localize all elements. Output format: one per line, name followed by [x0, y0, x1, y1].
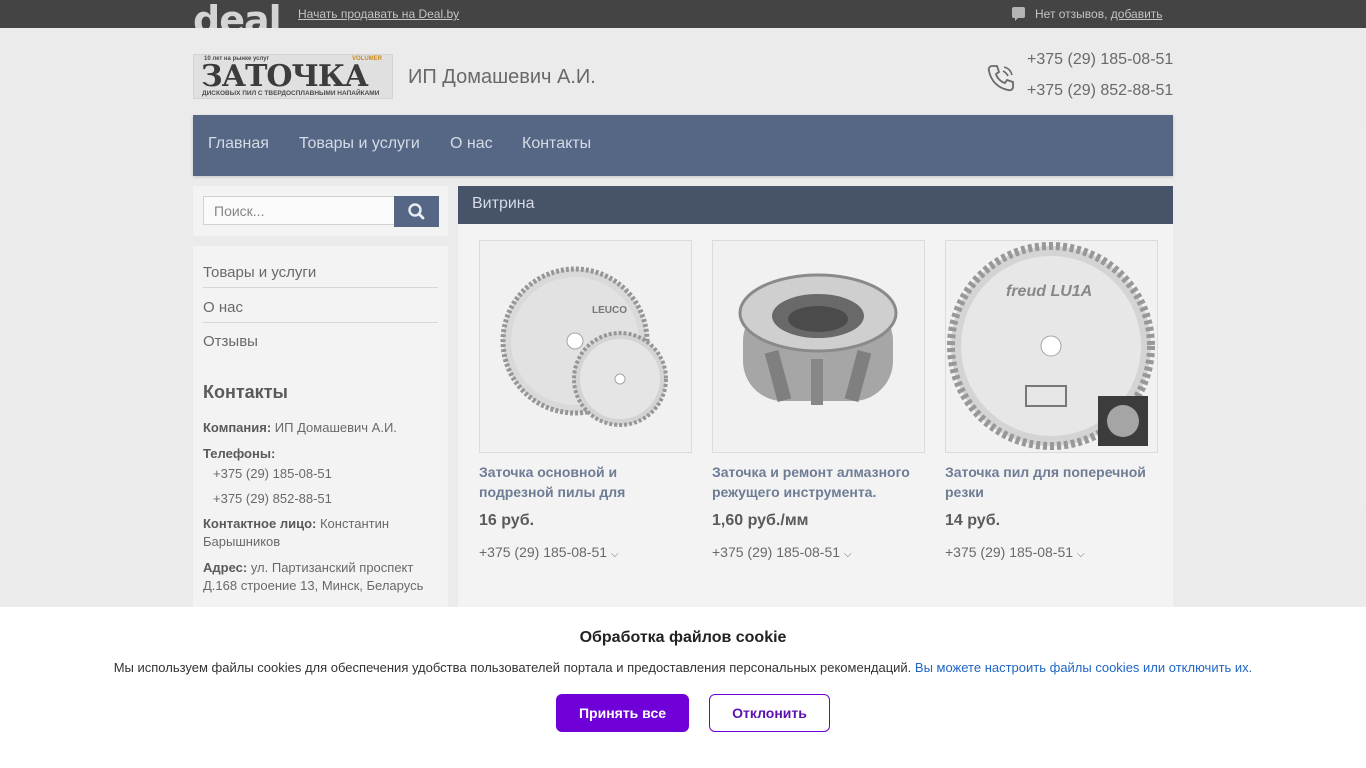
nav-item-contacts[interactable]: Контакты — [522, 135, 591, 153]
chevron-down-icon: ⌵ — [610, 549, 619, 560]
sidebar-item-reviews[interactable]: Отзывы — [203, 323, 438, 357]
deal-logo[interactable]: deal — [193, 0, 281, 28]
product-price: 14 руб. — [945, 512, 1001, 529]
nav-item-about[interactable]: О нас — [450, 135, 493, 153]
showcase-title: Витрина — [472, 195, 535, 212]
logo-word: ЗАТОЧКА — [201, 59, 369, 94]
cookie-settings-link[interactable]: Вы можете настроить файлы cookies или от… — [915, 660, 1252, 675]
header-phone-1[interactable]: +375 (29) 185-08-51 — [1027, 51, 1173, 69]
phone-icon — [987, 65, 1014, 92]
cutter-head-image — [738, 273, 898, 405]
company-logo[interactable]: 10 лет на рынке услуг VOLUMER ЗАТОЧКА ДИ… — [193, 54, 393, 99]
company-name: ИП Домашевич А.И. — [408, 66, 596, 88]
contact-phone-2[interactable]: +375 (29) 852-88-51 — [213, 490, 448, 508]
product-image[interactable] — [712, 240, 925, 453]
cookie-banner: Обработка файлов cookie Мы используем фа… — [0, 607, 1366, 768]
product-phone[interactable]: +375 (29) 185-08-51 ⌵ — [945, 544, 1085, 560]
phones-label: Телефоны: — [203, 446, 276, 461]
company-value: ИП Домашевич А.И. — [274, 420, 397, 435]
contact-phone-1[interactable]: +375 (29) 185-08-51 — [213, 465, 448, 483]
product-title[interactable]: Заточка и ремонт алмазного режущего инст… — [712, 462, 925, 504]
comment-icon — [1012, 7, 1025, 21]
sidebar-item-about[interactable]: О нас — [203, 289, 438, 323]
reviews-status: Нет отзывов, добавить — [1035, 7, 1163, 21]
search-button[interactable] — [394, 196, 439, 227]
main-nav: Главная Товары и услуги О нас Контакты — [193, 115, 1173, 176]
showcase: Витрина LEUCO Заточка основной и подрезн… — [458, 186, 1173, 616]
sidebar-item-products[interactable]: Товары и услуги — [203, 254, 438, 288]
product-title[interactable]: Заточка основной и подрезной пилы для — [479, 462, 692, 504]
header-phone-2[interactable]: +375 (29) 852-88-51 — [1027, 82, 1173, 100]
decline-button[interactable]: Отклонить — [709, 694, 830, 732]
search-panel — [193, 186, 448, 236]
product-image[interactable]: freud LU1A — [945, 240, 1158, 453]
search-input[interactable] — [203, 196, 395, 225]
nav-item-home[interactable]: Главная — [208, 135, 269, 153]
accept-all-button[interactable]: Принять все — [556, 694, 689, 732]
cookie-text-line: Мы используем файлы cookies для обеспече… — [0, 660, 1366, 675]
blade-label: freud LU1A — [1006, 283, 1092, 300]
product-title[interactable]: Заточка пил для поперечной резки — [945, 462, 1158, 504]
blade-label: LEUCO — [592, 305, 627, 316]
freud-blade-image: freud LU1A — [947, 242, 1155, 450]
saw-blade-image: LEUCO — [500, 266, 668, 427]
logo-subtitle: ДИСКОВЫХ ПИЛ С ТВЕРДОСПЛАВНЫМИ НАПАЙКАМИ — [202, 90, 380, 97]
search-icon — [408, 203, 425, 220]
cookie-text: Мы используем файлы cookies для обеспече… — [113, 660, 912, 675]
person-label: Контактное лицо: — [203, 516, 317, 531]
start-selling-link[interactable]: Начать продавать на Deal.by — [298, 7, 459, 21]
nav-item-products[interactable]: Товары и услуги — [299, 135, 420, 153]
sidebar: Товары и услуги О нас Отзывы Контакты Ко… — [193, 246, 448, 616]
address-label: Адрес: — [203, 560, 248, 575]
product-phone[interactable]: +375 (29) 185-08-51 ⌵ — [712, 544, 852, 560]
top-bar: deal Начать продавать на Deal.by Нет отз… — [0, 0, 1366, 28]
product-price: 1,60 руб./мм — [712, 512, 809, 529]
company-label: Компания: — [203, 420, 272, 435]
contact-address: Адрес: ул. Партизанский проспект Д.168 с… — [203, 559, 438, 595]
contacts-title: Контакты — [203, 382, 288, 402]
chevron-down-icon: ⌵ — [1076, 549, 1085, 560]
product-phone[interactable]: +375 (29) 185-08-51 ⌵ — [479, 544, 619, 560]
showcase-header: Витрина — [458, 186, 1173, 224]
contact-person: Контактное лицо: Константин Барышников — [203, 515, 438, 551]
reviews-text: Нет отзывов, — [1035, 7, 1108, 21]
contact-company: Компания: ИП Домашевич А.И. — [203, 419, 438, 437]
product-image[interactable]: LEUCO — [479, 240, 692, 453]
chevron-down-icon: ⌵ — [843, 549, 852, 560]
cookie-title: Обработка файлов cookie — [579, 629, 787, 646]
add-review-link[interactable]: добавить — [1111, 7, 1163, 21]
product-price: 16 руб. — [479, 512, 535, 529]
